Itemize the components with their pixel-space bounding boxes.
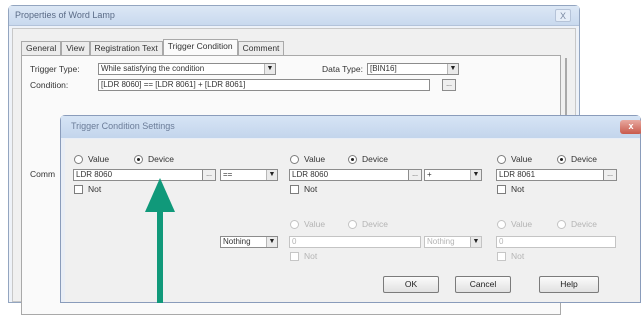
help-button[interactable]: Help	[539, 276, 599, 293]
chevron-down-icon: ▼	[266, 170, 277, 180]
mid-device-label: Device	[362, 154, 388, 164]
annotation-arrow-head	[145, 178, 175, 212]
right-value-radio[interactable]	[497, 155, 506, 164]
annotation-arrow-shaft	[157, 210, 163, 303]
second-operator-value: Nothing	[223, 237, 251, 246]
right-value2-radio[interactable]	[497, 220, 506, 229]
mid-operator-value: +	[427, 170, 432, 179]
chevron-down-icon: ▼	[264, 64, 275, 74]
right-not2-label: Not	[511, 251, 525, 261]
operator-select[interactable]: == ▼	[220, 169, 278, 181]
left-not-label: Not	[88, 184, 102, 194]
mid-not2-label: Not	[304, 251, 318, 261]
tab-registration-text[interactable]: Registration Text	[89, 41, 163, 55]
comment-label: Comm	[30, 169, 56, 179]
mid-device-field[interactable]: LDR 8060	[289, 169, 409, 181]
mid-device-browse-button[interactable]: ...	[408, 169, 422, 181]
tab-strip: General View Registration Text Trigger C…	[21, 39, 285, 55]
dialog-title: Trigger Condition Settings	[61, 116, 640, 138]
right-not-checkbox[interactable]	[497, 185, 506, 194]
left-value-radio[interactable]	[74, 155, 83, 164]
right-device-browse-button[interactable]: ...	[603, 169, 617, 181]
right-device-field[interactable]: LDR 8061	[496, 169, 604, 181]
chevron-down-icon: ▼	[447, 64, 458, 74]
left-device-label: Device	[148, 154, 174, 164]
right-value2-field[interactable]: 0	[496, 236, 616, 248]
left-device-browse-button[interactable]: ...	[202, 169, 216, 181]
mid-value2-field[interactable]: 0	[289, 236, 421, 248]
condition-field[interactable]: [LDR 8060] == [LDR 8061] + [LDR 8061]	[98, 79, 430, 91]
mid-device-radio[interactable]	[348, 155, 357, 164]
right-device2-label: Device	[571, 219, 597, 229]
trigger-type-value: While satisfying the condition	[101, 64, 205, 73]
tab-general[interactable]: General	[21, 41, 62, 55]
mid-not2-checkbox[interactable]	[290, 252, 299, 261]
chevron-down-icon: ▼	[266, 237, 277, 247]
mid-device2-label: Device	[362, 219, 388, 229]
tab-comment[interactable]: Comment	[237, 41, 285, 55]
second-operator-select[interactable]: Nothing ▼	[220, 236, 278, 248]
tab-trigger-condition[interactable]: Trigger Condition	[162, 39, 238, 55]
tab-view[interactable]: View	[61, 41, 90, 55]
left-not-checkbox[interactable]	[74, 185, 83, 194]
left-value-label: Value	[88, 154, 110, 164]
mid-value-label: Value	[304, 154, 326, 164]
condition-browse-button[interactable]: ...	[442, 79, 456, 91]
mid-not-checkbox[interactable]	[290, 185, 299, 194]
left-device-field[interactable]: LDR 8060	[73, 169, 203, 181]
data-type-value: [BIN16]	[370, 64, 397, 73]
trigger-type-label: Trigger Type:	[30, 64, 80, 74]
right-not2-checkbox[interactable]	[497, 252, 506, 261]
chevron-down-icon: ▼	[470, 237, 481, 247]
properties-title: Properties of Word Lamp	[9, 6, 579, 26]
right-value-label: Value	[511, 154, 533, 164]
mid-op2-value: Nothing	[427, 237, 455, 246]
right-device-label: Device	[571, 154, 597, 164]
right-device2-radio[interactable]	[557, 220, 566, 229]
right-device-radio[interactable]	[557, 155, 566, 164]
trigger-type-select[interactable]: While satisfying the condition ▼	[98, 63, 276, 75]
data-type-select[interactable]: [BIN16] ▼	[367, 63, 459, 75]
left-device-radio[interactable]	[134, 155, 143, 164]
chevron-down-icon: ▼	[470, 170, 481, 180]
operator-value: ==	[223, 170, 233, 179]
properties-close-button[interactable]: X	[555, 9, 571, 22]
mid-value2-label: Value	[304, 219, 326, 229]
mid-device2-radio[interactable]	[348, 220, 357, 229]
mid-value2-radio[interactable]	[290, 220, 299, 229]
ok-button[interactable]: OK	[383, 276, 439, 293]
mid-not-label: Not	[304, 184, 318, 194]
cancel-button[interactable]: Cancel	[455, 276, 511, 293]
data-type-label: Data Type:	[322, 64, 363, 74]
dialog-close-button[interactable]: x	[620, 120, 641, 134]
mid-value-radio[interactable]	[290, 155, 299, 164]
mid-op2-select[interactable]: Nothing ▼	[424, 236, 482, 248]
dialog-body: Value Device LDR 8060 ... Not == ▼ Value…	[65, 139, 640, 302]
right-not-label: Not	[511, 184, 525, 194]
right-value2-label: Value	[511, 219, 533, 229]
mid-operator-select[interactable]: + ▼	[424, 169, 482, 181]
condition-label: Condition:	[30, 80, 69, 90]
